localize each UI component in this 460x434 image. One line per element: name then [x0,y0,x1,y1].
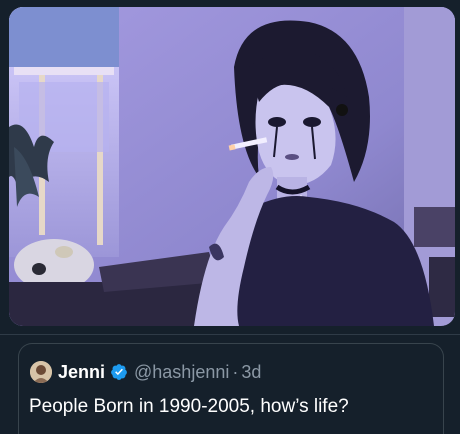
quoted-tweet-text: People Born in 1990-2005, how’s life? [29,396,349,417]
divider [0,334,460,335]
author-name[interactable]: Jenni [58,362,105,383]
quoted-tweet-header: Jenni @hashjenni · 3d [30,360,261,384]
post-age[interactable]: 3d [241,362,261,383]
tweet-card[interactable]: Jenni @hashjenni · 3d People Born in 199… [0,0,460,434]
author-handle[interactable]: @hashjenni [134,362,229,383]
photo-image [9,7,455,326]
tweet-photo[interactable] [9,7,455,326]
quoted-tweet[interactable] [18,343,444,434]
separator-dot: · [232,361,239,382]
avatar[interactable] [30,361,52,383]
verified-badge-icon [111,364,127,380]
